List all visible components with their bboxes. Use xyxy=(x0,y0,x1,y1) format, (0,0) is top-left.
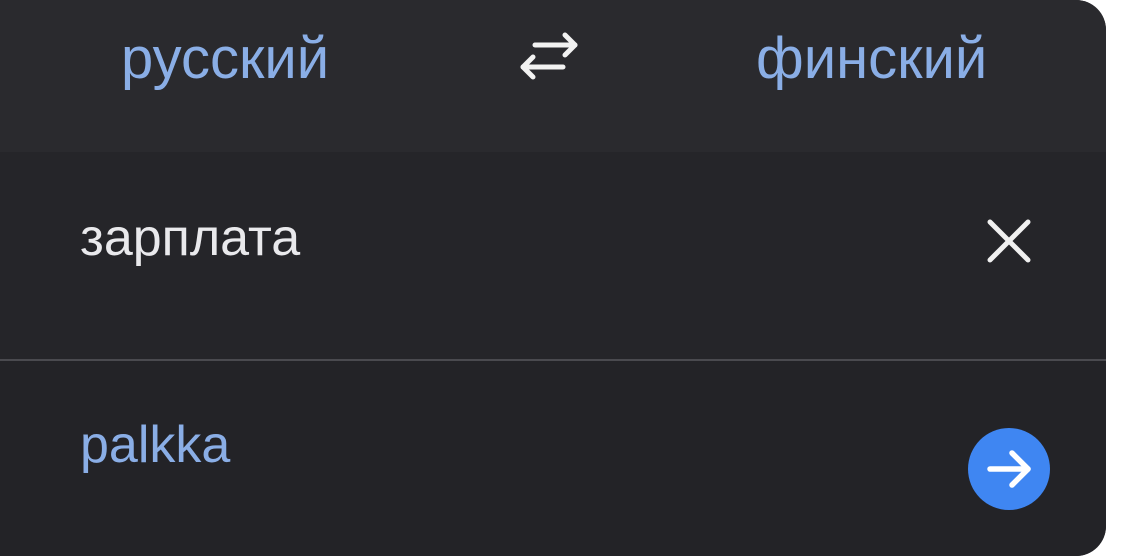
source-language-button[interactable]: русский xyxy=(121,24,329,94)
swap-languages-button[interactable] xyxy=(517,30,581,82)
clear-button[interactable] xyxy=(983,215,1035,267)
language-bar: русский финский xyxy=(0,0,1106,152)
input-area[interactable]: зарплата xyxy=(0,152,1106,359)
output-area: palkka xyxy=(0,361,1106,556)
swap-arrows-icon xyxy=(520,32,578,80)
arrow-right-icon xyxy=(987,450,1031,488)
open-translation-button[interactable] xyxy=(968,428,1050,510)
close-icon xyxy=(987,219,1031,263)
target-language-button[interactable]: финский xyxy=(756,24,987,94)
translator-panel: русский финский зарплата palkka xyxy=(0,0,1106,556)
source-text-input[interactable]: зарплата xyxy=(80,206,300,270)
translation-text: palkka xyxy=(80,416,231,474)
